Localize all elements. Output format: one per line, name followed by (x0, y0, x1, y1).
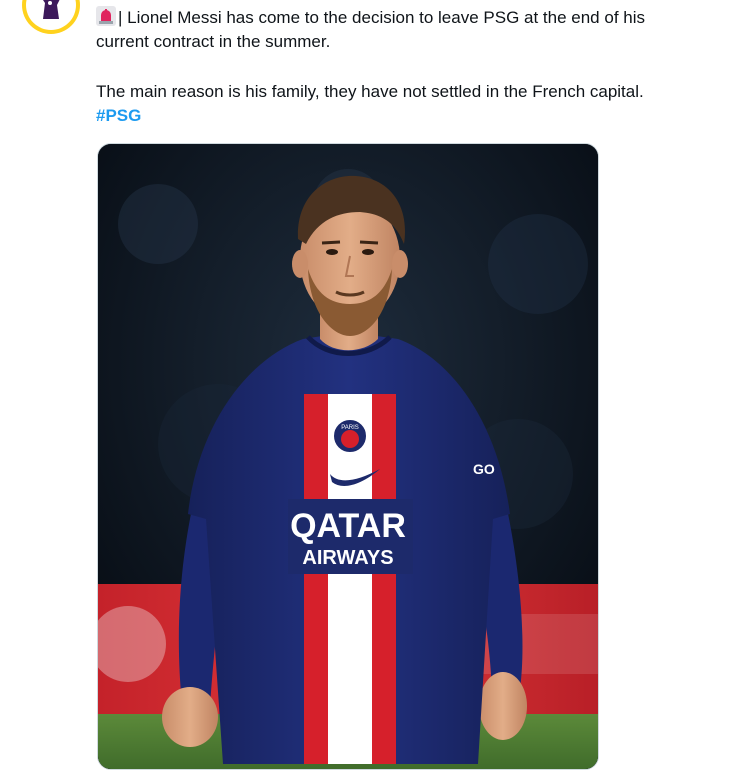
sleeve-text: GO (473, 461, 495, 477)
tweet-line-3: The main reason is his family, they have… (96, 82, 644, 101)
sponsor-line-1: QATAR (290, 507, 406, 545)
tweet-line-2: current contract in the summer. (96, 32, 331, 51)
tweet-text-line1: | Lionel Messi has come to the decision … (118, 8, 645, 27)
tweet-photo[interactable]: PARIS QATAR AIRWAYS GO (97, 143, 599, 770)
crest-text: PARIS (341, 425, 359, 431)
tweet-text: | Lionel Messi has come to the decision … (96, 6, 706, 128)
avatar[interactable] (22, 0, 80, 34)
sponsor-line-2: AIRWAYS (302, 547, 393, 569)
tweet: | Lionel Messi has come to the decision … (0, 0, 730, 780)
tweet-line-1: | Lionel Messi has come to the decision … (96, 6, 706, 30)
premier-league-lion-icon (26, 0, 76, 30)
messi-photo-illustration: PARIS QATAR AIRWAYS GO (98, 144, 598, 769)
hashtag-link[interactable]: #PSG (96, 104, 706, 128)
police-siren-icon (96, 6, 116, 26)
